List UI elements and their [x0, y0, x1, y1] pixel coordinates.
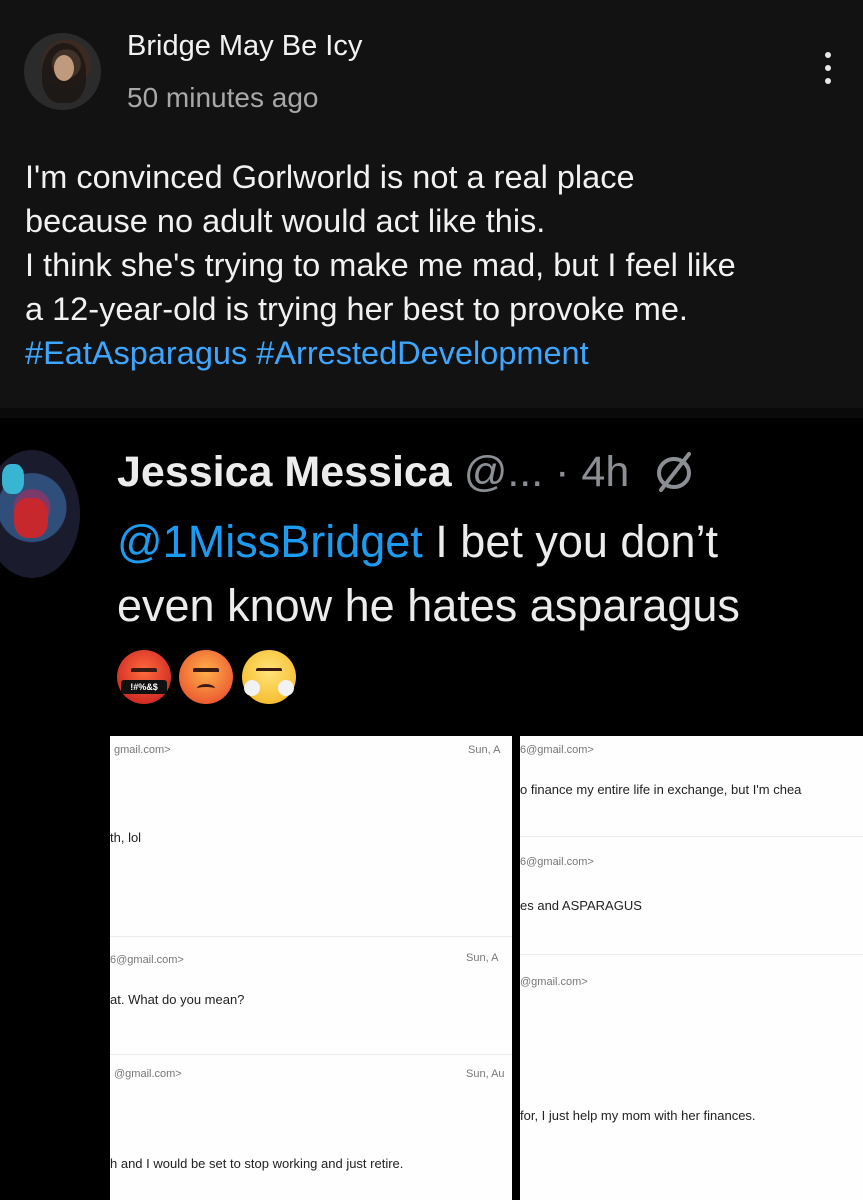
email-date: Sun, A: [468, 744, 501, 756]
tweet-text-part: I bet you don’t: [422, 516, 718, 567]
post-text: I'm convinced Gorlworld is not a real pl…: [25, 155, 845, 375]
email-sender: @gmail.com>: [114, 1068, 182, 1080]
email-sender: 6@gmail.com>: [110, 954, 184, 966]
tweet-text-part: even know he hates asparagus: [117, 580, 740, 631]
post-text-line: a 12-year-old is trying her best to prov…: [25, 291, 688, 327]
email-divider: [110, 936, 512, 937]
email-divider: [520, 836, 863, 837]
attached-image[interactable]: Jessica Messica @... · 4h @1MissBridget …: [0, 418, 863, 1200]
face-with-symbols-on-mouth-icon: !#%&$: [117, 650, 171, 704]
hashtag-link[interactable]: #ArrestedDevelopment: [256, 335, 588, 371]
email-sender: @gmail.com>: [520, 976, 588, 988]
email-date: Sun, Au: [466, 1068, 505, 1080]
tweet-author-name: Jessica Messica: [117, 448, 452, 496]
email-screenshot-left: gmail.com> Sun, A th, lol 6@gmail.com> S…: [110, 736, 512, 1200]
author-avatar[interactable]: [24, 33, 101, 110]
hashtag-link[interactable]: #EatAsparagus: [25, 335, 247, 371]
email-sender: 6@gmail.com>: [520, 856, 594, 868]
email-divider: [110, 1054, 512, 1055]
email-sender: gmail.com>: [114, 744, 171, 756]
email-message: h and I would be set to stop working and…: [110, 1156, 404, 1171]
avatar-accent: [2, 464, 24, 494]
tweet-time: · 4h: [555, 448, 630, 496]
post-text-line: I think she's trying to make me mad, but…: [25, 247, 736, 283]
email-message: for, I just help my mom with her finance…: [520, 1108, 756, 1123]
tweet-handle: @...: [463, 448, 544, 496]
author-name[interactable]: Bridge May Be Icy: [127, 30, 362, 63]
post-divider: [0, 408, 863, 418]
tweet-text: @1MissBridget I bet you don’t even know …: [117, 510, 863, 638]
email-screenshot-right: 6@gmail.com> o finance my entire life in…: [520, 736, 863, 1200]
angry-face-icon: [179, 650, 234, 704]
email-message: th, lol: [110, 830, 142, 845]
post-text-line: I'm convinced Gorlworld is not a real pl…: [25, 159, 635, 195]
emoji-symbols: !#%&$: [121, 680, 167, 694]
avatar-accent: [14, 498, 48, 538]
post-header: Bridge May Be Icy 50 minutes ago: [0, 0, 863, 140]
email-date: Sun, A: [466, 952, 499, 964]
steam-face-icon: [241, 650, 296, 704]
tweet-emoji-row: !#%&$: [117, 650, 300, 710]
email-message: o finance my entire life in exchange, bu…: [520, 782, 802, 797]
more-vert-icon[interactable]: [816, 52, 840, 96]
post-timestamp: 50 minutes ago: [127, 82, 319, 113]
email-message: es and ASPARAGUS: [520, 898, 642, 913]
post-text-line: because no adult would act like this.: [25, 203, 546, 239]
avatar-face: [54, 55, 74, 81]
email-sender: 6@gmail.com>: [520, 744, 594, 756]
circle-slash-icon: [653, 450, 695, 503]
tweet-mention: @1MissBridget: [117, 516, 423, 567]
email-message: at. What do you mean?: [110, 992, 245, 1007]
tweet-avatar: [0, 450, 80, 578]
tweet-header: Jessica Messica @... · 4h: [117, 448, 695, 503]
email-divider: [520, 954, 863, 955]
hashtag-row: #EatAsparagus #ArrestedDevelopment: [25, 331, 845, 375]
